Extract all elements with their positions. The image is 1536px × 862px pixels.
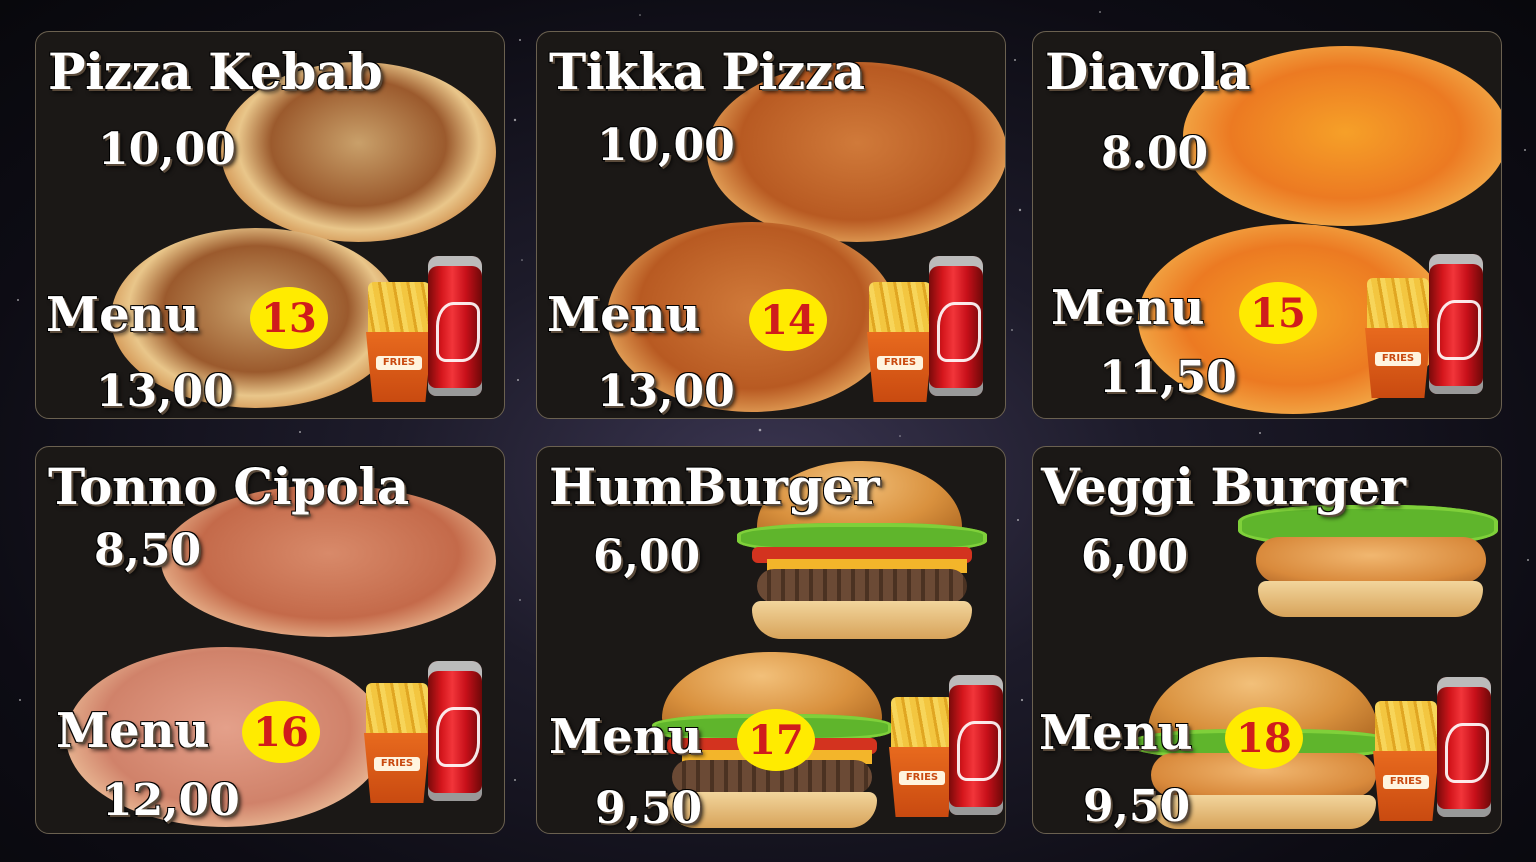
item-price: 8.00	[1101, 128, 1209, 179]
item-name: Diavola	[1045, 42, 1251, 101]
item-name: Tikka Pizza	[549, 42, 865, 101]
menu-label: Menu	[1039, 705, 1193, 761]
fries-icon: FRIES	[364, 683, 430, 803]
item-price: 8,50	[94, 525, 202, 576]
menu-label: Menu	[56, 703, 210, 759]
item-name: Veggi Burger	[1041, 457, 1406, 516]
menu-label: Menu	[549, 709, 703, 765]
fries-icon: FRIES	[867, 282, 933, 402]
item-price: 10,00	[597, 120, 735, 171]
menu-card-tonno-cipola[interactable]: Tonno Cipola 8,50 Menu 16 12,00 FRIES	[35, 446, 505, 834]
fries-icon: FRIES	[366, 282, 432, 402]
menu-price: 13,00	[96, 366, 234, 417]
menu-price: 13,00	[597, 366, 735, 417]
item-price: 6,00	[593, 531, 701, 582]
menu-label: Menu	[46, 287, 200, 343]
menu-number-badge: 14	[749, 289, 827, 351]
menu-number-badge: 18	[1225, 707, 1303, 769]
menu-number-badge: 15	[1239, 282, 1317, 344]
item-price: 10,00	[98, 124, 236, 175]
menu-card-tikka-pizza[interactable]: Tikka Pizza 10,00 Menu 14 13,00 FRIES	[536, 31, 1006, 419]
menu-price: 9,50	[595, 783, 703, 834]
cola-can-icon	[929, 256, 983, 396]
menu-card-diavola[interactable]: Diavola 8.00 Menu 15 11,50 FRIES	[1032, 31, 1502, 419]
cola-can-icon	[1437, 677, 1491, 817]
menu-label: Menu	[547, 287, 701, 343]
menu-label: Menu	[1051, 280, 1205, 336]
cola-can-icon	[428, 661, 482, 801]
fries-icon: FRIES	[1373, 701, 1439, 821]
cola-can-icon	[949, 675, 1003, 815]
item-price: 6,00	[1081, 531, 1189, 582]
cola-can-icon	[428, 256, 482, 396]
menu-price: 9,50	[1083, 781, 1191, 832]
item-name: Pizza Kebab	[48, 42, 383, 101]
menu-card-veggi-burger[interactable]: Veggi Burger 6,00 Menu 18 9,50 FRIES	[1032, 446, 1502, 834]
menu-number-badge: 16	[242, 701, 320, 763]
menu-price: 11,50	[1099, 352, 1237, 403]
menu-price: 12,00	[102, 775, 240, 826]
menu-number-badge: 13	[250, 287, 328, 349]
menu-card-pizza-kebab[interactable]: Pizza Kebab 10,00 Menu 13 13,00 FRIES	[35, 31, 505, 419]
fries-icon: FRIES	[889, 697, 955, 817]
cola-can-icon	[1429, 254, 1483, 394]
menu-card-humburger[interactable]: HumBurger 6,00 Menu 17 9,50 FRIES	[536, 446, 1006, 834]
menu-number-badge: 17	[737, 709, 815, 771]
item-name: Tonno Cipola	[48, 457, 409, 516]
item-name: HumBurger	[549, 457, 880, 516]
fries-icon: FRIES	[1365, 278, 1431, 398]
